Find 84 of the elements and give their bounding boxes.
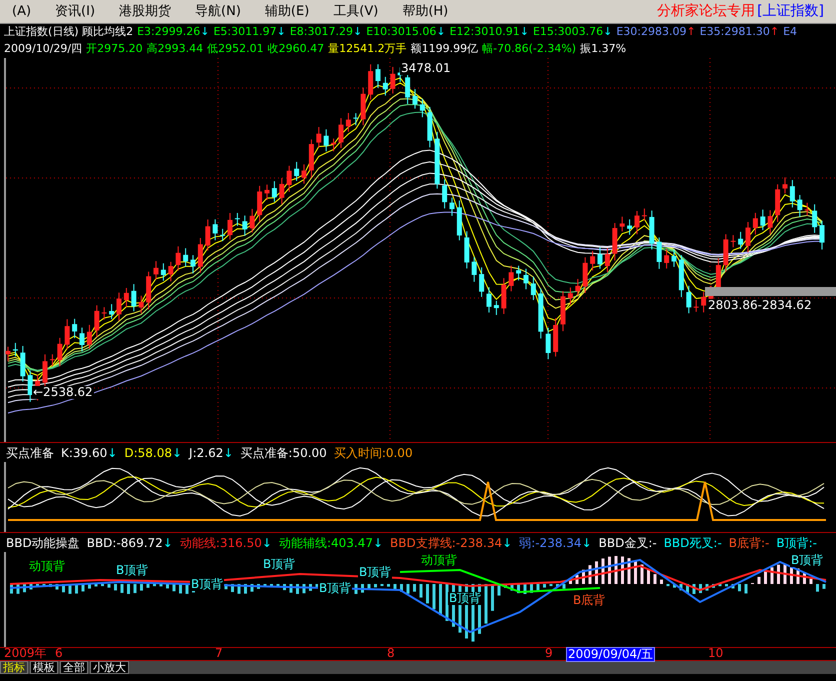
trend-arrow: ↑ (686, 24, 696, 40)
signal-label: 动顶背 (28, 560, 66, 573)
signal-label: 动顶背 (420, 554, 458, 567)
average-value: E8:3017.29 (290, 24, 353, 40)
price-label: ←2538.62 (32, 386, 94, 399)
signal-label: B顶背 (190, 578, 224, 591)
indicator-value: BBD支撑线:-238.34 (390, 534, 502, 552)
signal-label: B顶背 (318, 582, 352, 595)
trend-arrow: ↓ (436, 24, 446, 40)
indicator-value: BBD死叉:- (664, 534, 722, 552)
trend-arrow: ↓ (223, 444, 234, 462)
signal-label: B顶背 (115, 564, 150, 577)
axis-label: 9 (545, 647, 553, 660)
bottom-tab[interactable]: 小放大 (90, 661, 129, 674)
bottom-tab[interactable]: 全部 (60, 661, 88, 674)
quote-value: 开2975.20 (86, 41, 143, 58)
quote-value: 额1199.99亿 (410, 41, 478, 58)
quote-value: 幅-70.86(-2.34%) (482, 41, 576, 58)
price-label: 3478.01 (400, 62, 452, 75)
average-value: E5:3011.97 (213, 24, 277, 40)
bottom-tab[interactable]: 指标 (0, 661, 28, 674)
axis-label: 6 (55, 647, 63, 660)
index-name: [上证指数] (757, 2, 824, 21)
average-value: E4 (783, 24, 798, 40)
menu-item[interactable]: (A) (0, 2, 44, 22)
indicator-value: B底背:- (728, 534, 770, 552)
trend-arrow: ↓ (520, 24, 529, 40)
price-label: 2803.86-2834.62 (707, 299, 813, 312)
indicator-value: B顶背:- (776, 534, 817, 552)
indicator-value: D:58.08 (124, 444, 172, 462)
average-value: E10:3015.06 (366, 24, 436, 40)
quote-value: 收2960.47 (268, 41, 324, 58)
menu-item[interactable]: 港股期货 (107, 2, 184, 22)
average-value: E15:3003.76 (532, 24, 604, 40)
trend-arrow: ↓ (582, 534, 592, 552)
indicator-value: BBD:-869.72 (86, 534, 163, 552)
indicator-value: 买点准备:50.00 (240, 444, 327, 462)
indicator-value: K:39.60 (61, 444, 108, 462)
average-value: E35:2981.30 (700, 24, 770, 40)
average-value: E3:2999.26 (137, 24, 200, 40)
trend-arrow: ↓ (603, 24, 612, 40)
axis-label: 10 (708, 647, 724, 660)
signal-label: B顶背 (790, 554, 824, 567)
signal-label: B顶背 (358, 566, 392, 579)
trend-arrow: ↓ (276, 24, 286, 40)
indicator-value: 弱:-238.34 (519, 534, 582, 552)
bottom-tab[interactable]: 模板 (30, 661, 58, 674)
quote-value: 高2993.44 (146, 41, 204, 58)
trend-arrow: ↓ (107, 444, 118, 462)
menu-item[interactable]: 工具(V) (321, 2, 390, 22)
trend-arrow: ↓ (502, 534, 512, 552)
trend-arrow: ↓ (352, 24, 362, 40)
indicator-value: 动能线:316.50 (180, 534, 262, 552)
indicator-title: BBD动能操盘 (6, 534, 80, 552)
menu-item[interactable]: 帮助(H) (390, 2, 460, 22)
signal-label: B顶背 (448, 592, 482, 605)
trend-arrow: ↓ (200, 24, 210, 40)
signal-label: B底背 (572, 594, 606, 607)
quote-value: 量12541.2万手 (328, 41, 407, 58)
axis-label: 8 (387, 647, 395, 660)
trend-arrow: ↓ (172, 444, 182, 462)
forum-label: 分析家论坛专用 (657, 2, 756, 21)
menu-item[interactable]: 导航(N) (183, 2, 253, 22)
indicator-value: BBD金叉:- (598, 534, 657, 552)
signal-label: B顶背 (262, 558, 296, 571)
trend-arrow: ↑ (770, 24, 780, 40)
indicator-value: 动能辅线:403.47 (278, 534, 373, 552)
indicator-title: 买点准备 (6, 444, 54, 462)
menu-item[interactable]: 资讯(I) (43, 2, 108, 22)
quote-value: 低2952.01 (207, 41, 264, 58)
menu-item[interactable]: 辅助(E) (252, 2, 322, 22)
indicator-value: J:2.62 (189, 444, 224, 462)
axis-label: 2009/09/04/五 (566, 647, 656, 662)
quote-value: 振1.37% (580, 41, 626, 58)
trend-arrow: ↓ (372, 534, 384, 552)
trend-arrow: ↓ (162, 534, 173, 552)
trend-arrow: ↓ (262, 534, 272, 552)
axis-label: 7 (215, 647, 223, 660)
chart-title: 上证指数(日线) 顾比均线2 (4, 24, 134, 40)
average-value: E12:3010.91 (450, 24, 520, 40)
quote-value: 2009/10/29/四 (4, 41, 82, 58)
indicator-value: 买入时间:0.00 (334, 444, 413, 462)
axis-label: 2009年 (4, 647, 47, 660)
average-value: E30:2983.09 (616, 24, 686, 40)
